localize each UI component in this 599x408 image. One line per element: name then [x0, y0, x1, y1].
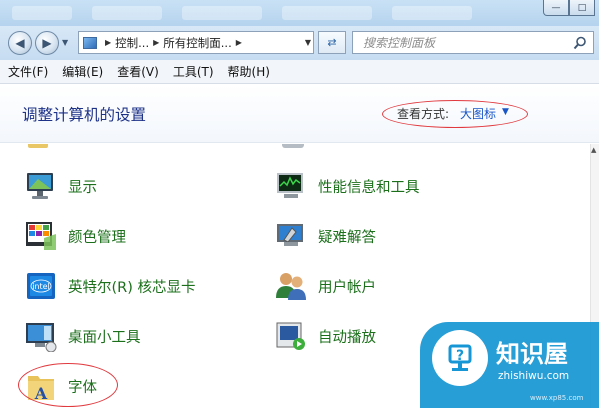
menu-help[interactable]: 帮助(H)	[228, 63, 270, 80]
intel-graphics-icon: intel	[27, 273, 55, 299]
search-placeholder: 搜索控制面板	[363, 36, 436, 50]
list-item-troubleshooting[interactable]: 疑难解答	[274, 216, 376, 256]
maximize-button[interactable]: □	[569, 0, 595, 16]
list-item-color-management[interactable]: 颜色管理	[24, 216, 126, 256]
menu-view[interactable]: 查看(V)	[117, 63, 159, 80]
search-input[interactable]: 搜索控制面板	[352, 31, 594, 54]
forward-arrow-icon: ▶	[42, 36, 52, 50]
watermark-title: 知识屋	[496, 340, 568, 368]
desktop-gadgets-icon	[26, 323, 57, 352]
blurred-background	[12, 6, 482, 20]
menu-edit[interactable]: 编辑(E)	[62, 63, 103, 80]
breadcrumb-all-items[interactable]: 所有控制面...	[163, 35, 231, 51]
breadcrumb-control-panel[interactable]: 控制...	[115, 35, 149, 51]
item-label: 颜色管理	[68, 229, 126, 246]
menu-bar: 文件(F) 编辑(E) 查看(V) 工具(T) 帮助(H)	[0, 60, 599, 84]
svg-text:intel: intel	[32, 282, 50, 291]
breadcrumb-separator-icon[interactable]: ▶	[105, 38, 111, 47]
view-by-dropdown[interactable]: 大图标	[460, 105, 496, 122]
refresh-icon: ⇄	[327, 36, 337, 49]
watermark-logo-icon: ?	[432, 330, 488, 386]
partial-item-icon	[282, 144, 304, 148]
item-label: 疑难解答	[318, 229, 376, 246]
item-label: 性能信息和工具	[318, 179, 420, 196]
item-label: 桌面小工具	[68, 329, 141, 346]
search-icon[interactable]	[573, 36, 587, 50]
navigation-bar: ◀ ▶ ▼ ▶ 控制... ▶ 所有控制面... ▶ ▼ ⇄ 搜索控制面板	[0, 26, 599, 60]
chevron-down-icon[interactable]: ▼	[502, 107, 509, 117]
back-arrow-icon: ◀	[15, 36, 25, 50]
item-label: 显示	[68, 179, 97, 196]
list-item-user-accounts[interactable]: 用户帐户	[274, 266, 376, 306]
back-button[interactable]: ◀	[8, 31, 32, 55]
menu-tools[interactable]: 工具(T)	[173, 63, 214, 80]
breadcrumb-separator-icon[interactable]: ▶	[153, 38, 159, 47]
content-header: 调整计算机的设置 查看方式: 大图标 ▼	[0, 85, 599, 143]
window-controls: — □	[543, 0, 595, 16]
svg-text:?: ?	[456, 348, 464, 364]
display-monitor-icon	[27, 173, 53, 199]
window-titlebar: — □	[0, 0, 599, 26]
item-label: 英特尔(R) 核芯显卡	[68, 279, 196, 296]
performance-chart-icon	[277, 173, 303, 198]
user-accounts-icon	[276, 273, 306, 300]
list-item-display[interactable]: 显示	[24, 166, 97, 206]
control-panel-icon	[83, 36, 97, 49]
breadcrumb-separator-icon[interactable]: ▶	[236, 38, 242, 47]
autoplay-icon	[276, 322, 305, 350]
highlight-ellipse	[18, 363, 118, 407]
watermark-url: www.xp85.com	[530, 394, 584, 402]
list-item-performance[interactable]: 性能信息和工具	[274, 166, 420, 206]
list-item-autoplay[interactable]: 自动播放	[274, 316, 376, 356]
recent-pages-dropdown-icon[interactable]: ▼	[62, 38, 68, 47]
forward-button[interactable]: ▶	[35, 31, 59, 55]
address-dropdown-icon[interactable]: ▼	[305, 38, 311, 47]
minimize-button[interactable]: —	[543, 0, 569, 16]
site-watermark: ? 知识屋 zhishiwu.com www.xp85.com	[420, 322, 599, 408]
menu-file[interactable]: 文件(F)	[8, 63, 48, 80]
scroll-up-arrow-icon[interactable]: ▲	[591, 146, 596, 154]
page-title: 调整计算机的设置	[22, 106, 147, 124]
color-management-icon	[26, 222, 56, 250]
address-bar[interactable]: ▶ 控制... ▶ 所有控制面... ▶ ▼	[78, 31, 314, 54]
list-item-intel-graphics[interactable]: intel 英特尔(R) 核芯显卡	[24, 266, 196, 306]
watermark-subtitle: zhishiwu.com	[498, 370, 570, 382]
item-label: 自动播放	[318, 329, 376, 346]
partial-item-icon	[28, 144, 48, 148]
item-label: 用户帐户	[318, 279, 376, 296]
view-by-label: 查看方式:	[397, 107, 450, 121]
refresh-button[interactable]: ⇄	[318, 31, 346, 54]
list-item-desktop-gadgets[interactable]: 桌面小工具	[24, 316, 141, 356]
troubleshooting-icon	[277, 224, 303, 246]
